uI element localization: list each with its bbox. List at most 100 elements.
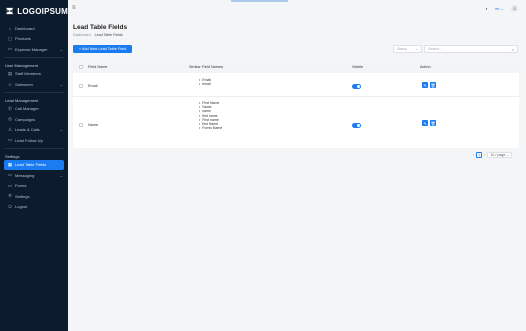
sidebar-item-staff-members[interactable]: ▤ Staff Members (0, 69, 68, 80)
table-header: Field Name Similar Field Names Visible A… (73, 61, 519, 73)
column-header: Visible (352, 65, 364, 69)
sidebar-item-dashboard[interactable]: ⌂ Dashboard (0, 23, 68, 34)
chevron-down-icon: ⌄ (415, 47, 418, 51)
divider (4, 147, 64, 149)
lead-fields-table: Field Name Similar Field Names Visible A… (73, 61, 519, 148)
edit-icon: ✎ (423, 82, 427, 88)
sidebar-item-label: Settings (15, 193, 30, 199)
hamburger-menu-icon[interactable]: ≡ (72, 5, 76, 11)
visible-toggle[interactable] (352, 123, 361, 128)
search-icon: ⌕ (511, 46, 514, 52)
field-name: Email (88, 84, 98, 88)
sidebar-item-lead-table-fields[interactable]: ▦ Lead Table Fields (4, 159, 64, 170)
sidebar-item-label: Lead Follow Up (15, 137, 43, 143)
box-icon: ▢ (7, 35, 13, 41)
follow-up-icon: ▭ (7, 137, 13, 143)
sidebar-item-products[interactable]: ▢ Products (0, 34, 68, 45)
similar-names-list: First Name Name name first name First na… (199, 101, 222, 130)
table-icon: ▦ (7, 161, 13, 167)
page-title: Lead Table Fields (73, 24, 128, 31)
similar-names-list: Email email (199, 78, 211, 86)
section-title: User Management (5, 62, 38, 68)
sidebar-item-leads-calls[interactable]: ♙ Leads & Calls ⌄ (0, 125, 68, 136)
page-button-current[interactable]: 1 (476, 152, 483, 158)
list-item: email (199, 82, 211, 86)
chevron-down-icon: ⌄ (59, 127, 63, 133)
breadcrumb-root[interactable]: Dashboard (73, 33, 91, 37)
user-icon: ♙ (7, 126, 13, 132)
delete-button[interactable]: 🗑 (430, 82, 436, 88)
chevron-down-icon: ⌄ (59, 81, 63, 87)
next-page-button[interactable]: › (484, 153, 485, 157)
gear-icon: ✲ (8, 193, 12, 199)
search-input[interactable]: Search... ⌕ (424, 45, 518, 53)
sidebar-item-call-manager[interactable]: ✆ Call Manager (0, 104, 68, 115)
logout-icon: ⏻ (8, 204, 12, 210)
user-avatar-icon: ♙ (512, 6, 517, 11)
message-icon: ▭ (7, 172, 13, 178)
sidebar-item-label: Expense Manager (15, 46, 48, 52)
sidebar-item-label: Campaigns (15, 116, 36, 122)
sidebar-item-salesmen[interactable]: ☺ Salesmen ⌄ (0, 79, 68, 90)
pagination: ‹ 1 › 10 / page ⌄ (473, 152, 513, 158)
sidebar-item-label: Forms (15, 183, 27, 189)
chevron-down-icon: ⌄ (59, 172, 63, 178)
sidebar-item-label: Messaging (15, 172, 35, 178)
sidebar-item-campaigns[interactable]: ◎ Campaigns (0, 114, 68, 125)
trash-icon: 🗑 (430, 120, 436, 126)
language-selector[interactable]: en ⌄ (495, 6, 504, 11)
home-icon: ⌂ (8, 25, 12, 31)
language-label: en (495, 6, 500, 11)
topbar-actions: ◐ en ⌄ ♙ (486, 5, 518, 12)
loading-bar (231, 0, 288, 2)
sidebar-item-logout[interactable]: ⏻ Logout (0, 202, 68, 213)
sidebar-item-label: Dashboard (15, 25, 35, 31)
row-checkbox[interactable] (79, 84, 83, 88)
add-lead-table-field-button[interactable]: + Add New Lead Table Field (73, 45, 132, 53)
section-title: Lead Management (5, 97, 39, 103)
edit-icon: ✎ (423, 120, 427, 126)
theme-toggle-icon[interactable]: ◐ (486, 6, 488, 11)
divider (73, 96, 519, 97)
sidebar-item-label: Leads & Calls (15, 127, 40, 133)
sidebar-item-settings[interactable]: ✲ Settings (0, 191, 68, 202)
phone-icon: ✆ (8, 105, 12, 111)
logo-icon (5, 7, 14, 15)
edit-button[interactable]: ✎ (422, 120, 428, 126)
sidebar-item-label: Logout (15, 204, 28, 210)
sidebar-item-label: Products (15, 36, 31, 42)
sidebar-item-label: Lead Table Fields (15, 162, 47, 168)
search-placeholder: Search... (428, 47, 443, 51)
avatar[interactable]: ♙ (511, 5, 518, 12)
column-header: Action (420, 65, 431, 69)
sidebar-item-forms[interactable]: ▭ Forms (0, 181, 68, 192)
id-card-icon: ▤ (7, 70, 13, 76)
logo[interactable]: LOGOIPSUM (0, 2, 68, 20)
trash-icon: 🗑 (430, 82, 436, 88)
prev-page-button[interactable]: ‹ (473, 153, 474, 157)
logo-text: LOGOIPSUM (17, 6, 68, 16)
delete-button[interactable]: 🗑 (430, 120, 436, 126)
per-page-label: 10 / page (490, 153, 506, 157)
sidebar-item-label: Call Manager (15, 106, 39, 112)
sidebar-item-messaging[interactable]: ▭ Messaging ⌄ (0, 170, 68, 181)
sidebar-item-lead-follow-up[interactable]: ▭ Lead Follow Up (0, 135, 68, 146)
sidebar-item-expense-manager[interactable]: ▭ Expense Manager ⌄ (0, 44, 68, 55)
divider (4, 91, 64, 93)
select-all-checkbox[interactable] (79, 65, 83, 69)
visible-toggle[interactable] (352, 84, 361, 89)
column-header: Field Name (88, 65, 108, 69)
per-page-select[interactable]: 10 / page ⌄ (487, 152, 513, 158)
row-checkbox[interactable] (79, 123, 83, 127)
sidebar-item-label: Salesmen (15, 81, 33, 87)
breadcrumb: Dashboard Lead Table Fields (73, 33, 123, 37)
wallet-icon: ▭ (7, 46, 13, 52)
sidebar-item-label: Staff Members (15, 71, 41, 77)
status-select-placeholder: Status (397, 47, 407, 51)
breadcrumb-current: Lead Table Fields (94, 33, 123, 37)
topbar: ≡ ◐ en ⌄ ♙ (68, 0, 526, 17)
edit-button[interactable]: ✎ (422, 82, 428, 88)
target-icon: ◎ (8, 116, 12, 122)
field-name: Name (88, 123, 99, 127)
status-select[interactable]: Status ⌄ (393, 45, 422, 53)
